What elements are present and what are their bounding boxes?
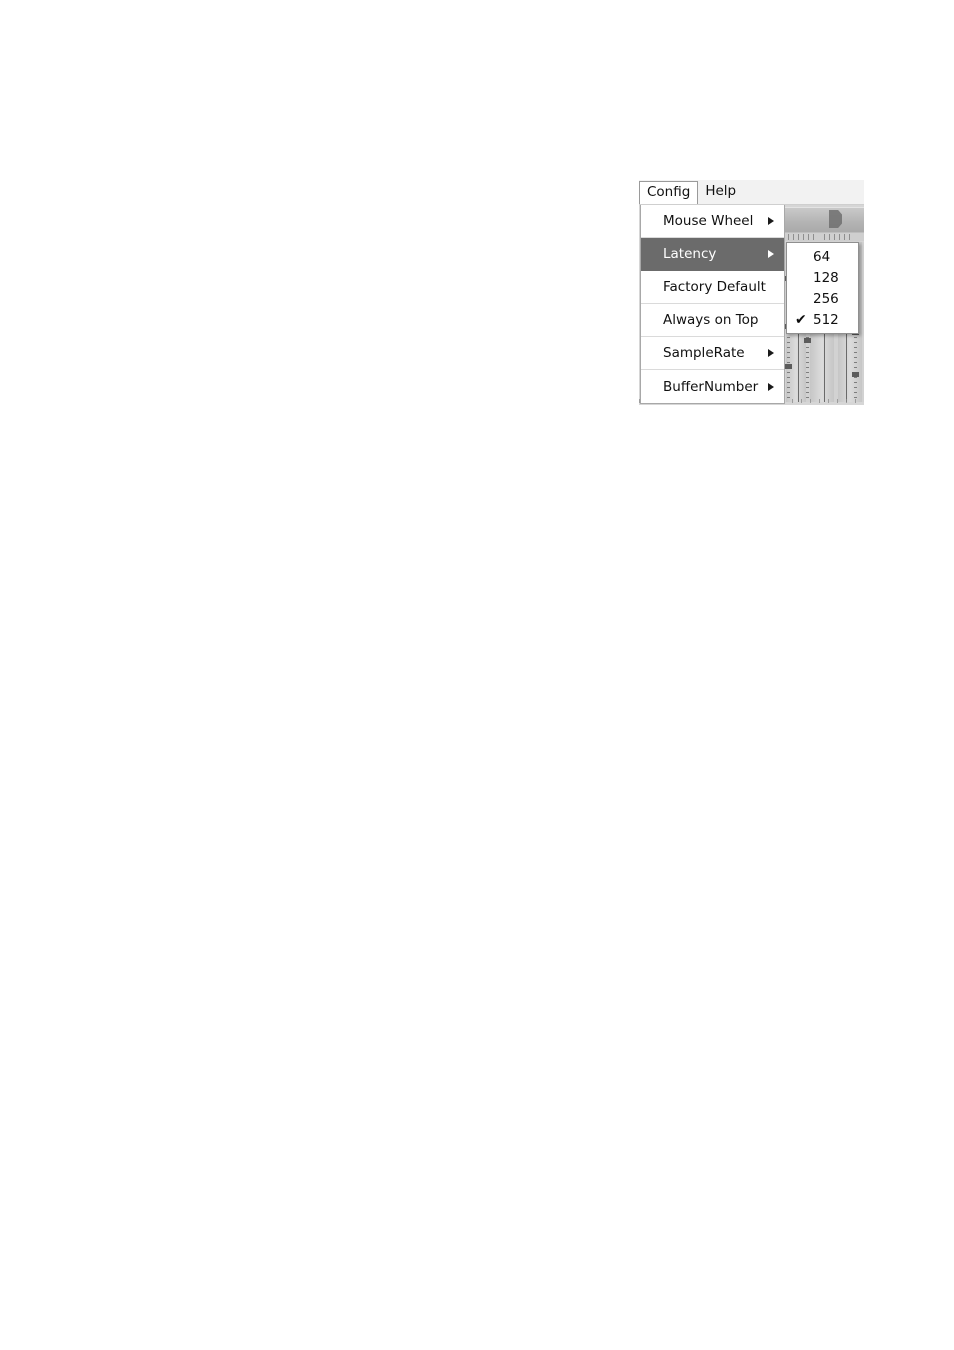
menubar-item-help[interactable]: Help [698, 180, 743, 204]
latency-option-64-label: 64 [813, 248, 831, 265]
menu-item-latency[interactable]: Latency [641, 238, 784, 271]
latency-option-256-label: 256 [813, 290, 839, 307]
latency-submenu: 64 128 256 ✔ 512 [786, 242, 859, 334]
latency-option-64[interactable]: 64 [787, 246, 858, 267]
latency-option-512-label: 512 [813, 311, 839, 328]
latency-option-512[interactable]: ✔ 512 [787, 309, 858, 330]
menu-item-latency-label: Latency [663, 246, 717, 262]
chevron-right-icon [768, 349, 774, 357]
chevron-right-icon [768, 382, 774, 391]
config-dropdown-menu: Mouse Wheel Latency Factory Default Alwa… [640, 205, 785, 404]
menu-item-mouse-wheel[interactable]: Mouse Wheel [641, 205, 784, 238]
latency-option-128[interactable]: 128 [787, 267, 858, 288]
flag-knob-icon [829, 210, 842, 228]
menubar-item-config[interactable]: Config [639, 181, 699, 204]
menu-item-always-on-top[interactable]: Always on Top [641, 304, 784, 337]
menubar-item-help-label: Help [705, 183, 737, 200]
menubar: Config Help [639, 180, 864, 205]
audio-interface-control-panel-window: Config Help Mouse Wheel Latency Factory … [639, 180, 864, 405]
page-canvas: Config Help Mouse Wheel Latency Factory … [0, 0, 954, 1350]
toolstrip [784, 207, 864, 233]
latency-option-128-label: 128 [813, 269, 839, 286]
menu-item-samplerate[interactable]: SampleRate [641, 337, 784, 370]
menu-item-factory-default[interactable]: Factory Default [641, 271, 784, 304]
menu-item-samplerate-label: SampleRate [663, 345, 745, 361]
menubar-item-config-label: Config [647, 184, 691, 201]
menu-item-factory-default-label: Factory Default [663, 279, 766, 295]
menu-item-always-on-top-label: Always on Top [663, 312, 759, 328]
latency-option-256[interactable]: 256 [787, 288, 858, 309]
menu-item-buffernumber[interactable]: BufferNumber [641, 370, 784, 403]
menu-item-buffernumber-label: BufferNumber [663, 378, 759, 395]
chevron-right-icon [768, 217, 774, 225]
menu-item-mouse-wheel-label: Mouse Wheel [663, 213, 754, 229]
checkmark-icon: ✔ [795, 311, 807, 328]
scale-band [784, 232, 864, 241]
chevron-right-icon [768, 250, 774, 258]
